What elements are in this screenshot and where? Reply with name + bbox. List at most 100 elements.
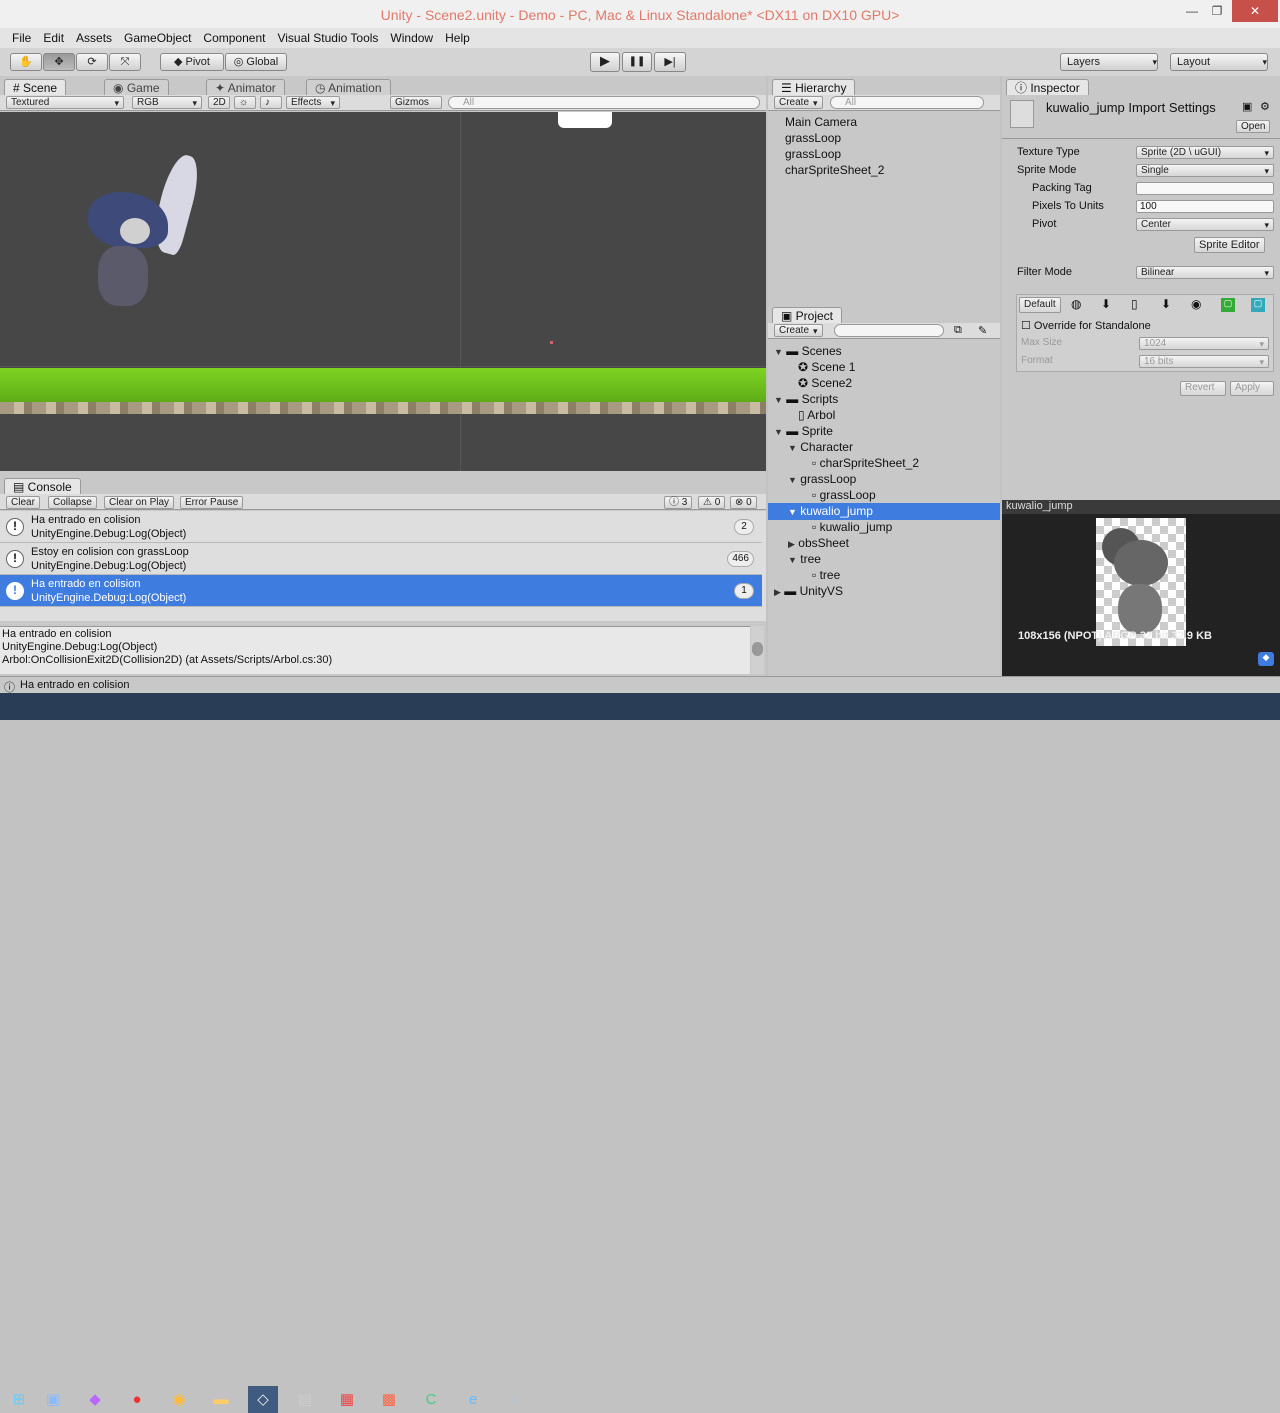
label-icon[interactable]: ✎ bbox=[978, 324, 987, 337]
sprite-mode-dropdown[interactable]: Single bbox=[1136, 164, 1274, 177]
project-item-grassloop-sprite[interactable]: ▫ grassLoop bbox=[812, 487, 876, 503]
shading-dropdown[interactable]: Textured bbox=[6, 96, 124, 109]
hierarchy-create-dropdown[interactable]: Create bbox=[774, 96, 823, 109]
error-count-toggle[interactable]: ⊗ 0 bbox=[730, 496, 757, 509]
console-row[interactable]: ! Ha entrado en colision UnityEngine.Debug… bbox=[0, 511, 762, 543]
help-icon[interactable]: ▣ bbox=[1242, 100, 1252, 113]
project-item-character[interactable]: ▼ Character bbox=[788, 439, 853, 456]
wp8-platform-icon[interactable]: ▢ bbox=[1251, 298, 1265, 312]
layout-dropdown[interactable]: Layout bbox=[1170, 53, 1268, 71]
2d-toggle[interactable]: 2D bbox=[208, 96, 230, 109]
project-item-tree[interactable]: ▼ tree bbox=[788, 551, 821, 568]
hierarchy-item[interactable]: grassLoop bbox=[785, 130, 841, 146]
project-item-kuwalio-selected[interactable]: ▼ kuwalio_jump bbox=[768, 503, 1000, 520]
taskbar-app-icon[interactable]: C bbox=[416, 1386, 446, 1413]
hierarchy-item[interactable]: charSpriteSheet_2 bbox=[785, 162, 884, 178]
packing-tag-input[interactable] bbox=[1136, 182, 1274, 195]
unity-icon[interactable]: ◇ bbox=[248, 1386, 278, 1413]
menu-window[interactable]: Window bbox=[384, 31, 439, 45]
max-size-dropdown[interactable]: 1024 bbox=[1139, 337, 1269, 350]
step-button[interactable]: ▶| bbox=[654, 52, 686, 72]
hand-tool-icon[interactable]: ✋ bbox=[10, 53, 42, 71]
project-item-obssheet[interactable]: ▶ obsSheet bbox=[788, 535, 849, 552]
taskbar-app-icon[interactable]: ▣ bbox=[38, 1386, 68, 1413]
start-icon[interactable]: ⊞ bbox=[4, 1386, 34, 1413]
windows-store-platform-icon[interactable]: ▢ bbox=[1221, 298, 1235, 312]
tab-animator[interactable]: ✦ Animator bbox=[206, 79, 285, 95]
visual-studio-icon[interactable]: ◆ bbox=[80, 1386, 110, 1413]
lighting-icon[interactable]: ☼ bbox=[234, 96, 256, 109]
open-button[interactable]: Open bbox=[1236, 120, 1271, 133]
menu-edit[interactable]: Edit bbox=[37, 31, 70, 45]
move-tool-icon[interactable]: ✥ bbox=[43, 53, 75, 71]
tab-console[interactable]: ▤ Console bbox=[4, 478, 81, 494]
file-explorer-icon[interactable]: ▬ bbox=[206, 1386, 236, 1413]
android-platform-icon[interactable]: ⬇ bbox=[1161, 297, 1171, 311]
project-item-grassloop[interactable]: ▼ grassLoop bbox=[788, 471, 856, 488]
project-item-kuwalio-sprite[interactable]: ▫ kuwalio_jump bbox=[812, 519, 892, 535]
opera-icon[interactable]: ● bbox=[122, 1386, 152, 1413]
project-folder-scripts[interactable]: ▼ ▬ Scripts bbox=[774, 391, 838, 408]
audio-icon[interactable]: ♪ bbox=[260, 96, 282, 109]
pivot-toggle[interactable]: ◆ Pivot bbox=[160, 53, 224, 71]
error-pause-button[interactable]: Error Pause bbox=[180, 496, 244, 509]
taskbar-app-icon[interactable]: ▤ bbox=[290, 1386, 320, 1413]
pause-button[interactable]: ❚❚ bbox=[622, 52, 652, 72]
menu-gameobject[interactable]: GameObject bbox=[118, 31, 197, 45]
blackberry-platform-icon[interactable]: ◉ bbox=[1191, 297, 1201, 311]
sprite-editor-button[interactable]: Sprite Editor bbox=[1194, 237, 1265, 253]
standalone-platform-icon[interactable]: ⬇ bbox=[1101, 297, 1111, 311]
minimize-button[interactable]: — bbox=[1180, 0, 1204, 22]
tab-project[interactable]: ▣ Project bbox=[772, 307, 843, 323]
preview-options-icon[interactable]: ◆ bbox=[1258, 652, 1274, 666]
close-button[interactable]: ✕ bbox=[1232, 0, 1278, 22]
tab-inspector[interactable]: ⓘ Inspector bbox=[1006, 79, 1089, 95]
project-item-charspritesheet[interactable]: ▫ charSpriteSheet_2 bbox=[812, 455, 919, 471]
clear-on-play-button[interactable]: Clear on Play bbox=[104, 496, 175, 509]
tab-default-platform[interactable]: Default bbox=[1019, 297, 1061, 313]
project-item-scene2[interactable]: ✪ Scene2 bbox=[798, 375, 852, 391]
chrome-icon[interactable]: ◉ bbox=[164, 1386, 194, 1413]
apply-button[interactable]: Apply bbox=[1230, 381, 1274, 396]
console-detail[interactable]: Ha entrado en colision UnityEngine.Debug… bbox=[0, 626, 750, 674]
project-folder-sprite[interactable]: ▼ ▬ Sprite bbox=[774, 423, 833, 440]
tab-hierarchy[interactable]: ☰ Hierarchy bbox=[772, 79, 856, 95]
override-checkbox[interactable]: ☐ Override for Standalone bbox=[1021, 319, 1151, 332]
format-dropdown[interactable]: 16 bits bbox=[1139, 355, 1269, 368]
menu-file[interactable]: File bbox=[6, 31, 37, 45]
scene-search-input[interactable]: All bbox=[448, 96, 760, 109]
menu-help[interactable]: Help bbox=[439, 31, 476, 45]
rgb-dropdown[interactable]: RGB bbox=[132, 96, 202, 109]
effects-dropdown[interactable]: Effects bbox=[286, 96, 340, 109]
taskbar-app-icon[interactable]: ◌ bbox=[500, 1386, 530, 1413]
hierarchy-item[interactable]: Main Camera bbox=[785, 114, 857, 130]
taskbar-app-icon[interactable]: ▦ bbox=[332, 1386, 362, 1413]
powerpoint-icon[interactable]: ▩ bbox=[374, 1386, 404, 1413]
global-toggle[interactable]: ◎ Global bbox=[225, 53, 287, 71]
project-item-tree-sprite[interactable]: ▫ tree bbox=[812, 567, 840, 583]
log-count-toggle[interactable]: ⓘ 3 bbox=[664, 496, 693, 509]
texture-type-dropdown[interactable]: Sprite (2D \ uGUI) bbox=[1136, 146, 1274, 159]
gear-icon[interactable]: ⚙ bbox=[1260, 100, 1270, 113]
maximize-button[interactable]: ❐ bbox=[1205, 0, 1229, 22]
menu-vstools[interactable]: Visual Studio Tools bbox=[271, 31, 384, 45]
internet-explorer-icon[interactable]: e bbox=[458, 1386, 488, 1413]
clear-button[interactable]: Clear bbox=[6, 496, 40, 509]
filter-mode-dropdown[interactable]: Bilinear bbox=[1136, 266, 1274, 279]
play-button[interactable]: ▶ bbox=[590, 52, 620, 72]
project-folder-unityvs[interactable]: ▶ ▬ UnityVS bbox=[774, 583, 843, 600]
pixels-to-units-input[interactable]: 100 bbox=[1136, 200, 1274, 213]
gizmos-dropdown[interactable]: Gizmos bbox=[390, 96, 442, 109]
rotate-tool-icon[interactable]: ⟳ bbox=[76, 53, 108, 71]
project-create-dropdown[interactable]: Create bbox=[774, 324, 823, 337]
collapse-button[interactable]: Collapse bbox=[48, 496, 97, 509]
tab-game[interactable]: ◉ Game bbox=[104, 79, 169, 95]
ios-platform-icon[interactable]: ▯ bbox=[1131, 297, 1138, 311]
tab-animation[interactable]: ◷ Animation bbox=[306, 79, 391, 95]
pivot-dropdown[interactable]: Center bbox=[1136, 218, 1274, 231]
project-folder-scenes[interactable]: ▼ ▬ Scenes bbox=[774, 343, 842, 360]
tab-scene[interactable]: # Scene bbox=[4, 79, 67, 95]
project-item-scene1[interactable]: ✪ Scene 1 bbox=[798, 359, 855, 375]
menu-assets[interactable]: Assets bbox=[70, 31, 118, 45]
menu-component[interactable]: Component bbox=[197, 31, 271, 45]
